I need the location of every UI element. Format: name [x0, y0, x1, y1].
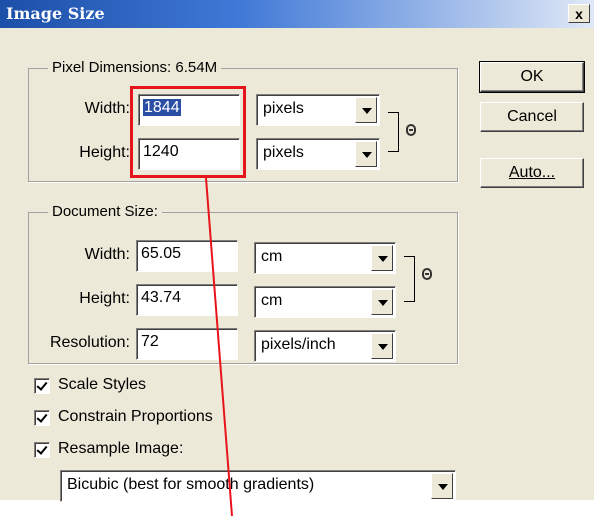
chevron-down-icon[interactable]: [355, 141, 377, 167]
chevron-down-icon[interactable]: [371, 333, 393, 359]
doc-width-label: Width:: [84, 246, 130, 263]
pixel-height-unit-select[interactable]: pixels: [256, 138, 380, 170]
resolution-value: 72: [141, 333, 159, 350]
constrain-proportions-checkbox[interactable]: [34, 410, 50, 426]
resample-image-label[interactable]: Resample Image:: [58, 440, 183, 458]
resample-method-value: Bicubic (best for smooth gradients): [67, 476, 315, 493]
chevron-down-icon[interactable]: [371, 245, 393, 271]
resolution-unit: pixels/inch: [261, 336, 336, 353]
chevron-down-icon[interactable]: [371, 289, 393, 315]
pixel-width-unit: pixels: [263, 100, 304, 117]
chevron-down-icon[interactable]: [431, 473, 453, 499]
pixel-width-unit-select[interactable]: pixels: [256, 94, 380, 126]
doc-height-label: Height:: [79, 290, 130, 307]
chain-link-icon: [406, 124, 416, 136]
doc-width-unit: cm: [261, 248, 283, 265]
window-title: Image Size: [6, 4, 105, 23]
chevron-down-icon[interactable]: [355, 97, 377, 123]
pixel-link-bracket: [388, 112, 399, 152]
pixel-width-label: Width:: [84, 100, 130, 117]
doc-width-unit-select[interactable]: cm: [254, 242, 396, 274]
scale-styles-label[interactable]: Scale Styles: [58, 376, 146, 394]
doc-height-value: 43.74: [141, 289, 182, 306]
doc-width-input[interactable]: 65.05: [136, 240, 238, 272]
document-size-legend: Document Size:: [48, 203, 162, 220]
resolution-label: Resolution:: [49, 334, 130, 351]
pixel-height-unit: pixels: [263, 144, 304, 161]
ok-button[interactable]: OK: [479, 61, 585, 93]
doc-link-bracket: [404, 256, 415, 302]
cancel-button[interactable]: Cancel: [480, 102, 584, 132]
resolution-input[interactable]: 72: [136, 328, 238, 360]
doc-height-unit: cm: [261, 292, 283, 309]
auto-button[interactable]: Auto...: [480, 158, 584, 188]
annotation-highlight-box: [130, 86, 246, 178]
image-size-dialog: Image Size x Pixel Dimensions: 6.54M Wid…: [0, 0, 594, 502]
chain-link-icon: [422, 268, 432, 280]
resolution-unit-select[interactable]: pixels/inch: [254, 330, 396, 362]
doc-height-unit-select[interactable]: cm: [254, 286, 396, 318]
resample-method-select[interactable]: Bicubic (best for smooth gradients): [60, 470, 456, 502]
auto-button-label: Auto...: [508, 164, 556, 181]
resample-image-checkbox[interactable]: [34, 442, 50, 458]
pixel-dimensions-legend: Pixel Dimensions: 6.54M: [48, 59, 222, 76]
constrain-proportions-label[interactable]: Constrain Proportions: [58, 408, 213, 426]
doc-height-input[interactable]: 43.74: [136, 284, 238, 316]
scale-styles-checkbox[interactable]: [34, 378, 50, 394]
doc-width-value: 65.05: [141, 245, 182, 262]
pixel-height-label: Height:: [79, 144, 130, 161]
title-bar[interactable]: Image Size x: [0, 0, 594, 28]
close-button[interactable]: x: [568, 4, 590, 23]
